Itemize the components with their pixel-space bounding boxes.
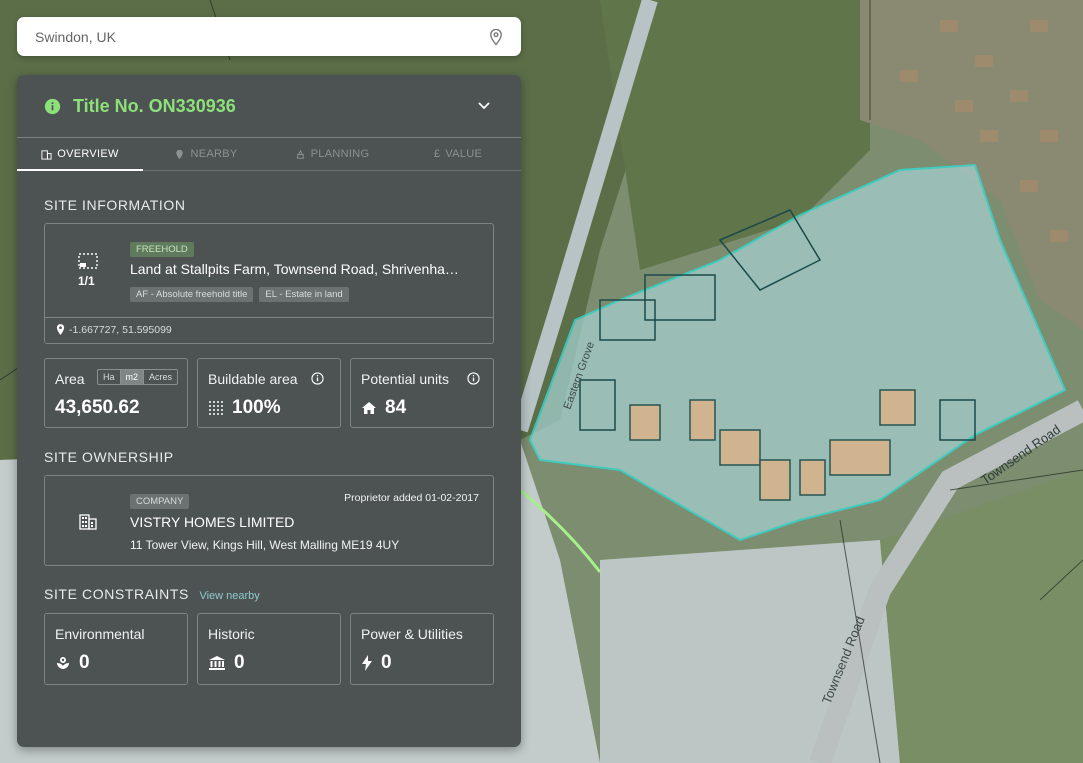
constraint-card-historic[interactable]: Historic 0 bbox=[197, 613, 341, 685]
flower-icon bbox=[57, 657, 69, 669]
constraint-value-row: 0 bbox=[361, 652, 392, 674]
tab-label: PLANNING bbox=[310, 148, 370, 160]
tab-planning[interactable]: PLANNING bbox=[269, 138, 395, 170]
constraint-label: Power & Utilities bbox=[361, 626, 463, 642]
section-title-site-constraints: SITE CONSTRAINTS View nearby bbox=[44, 586, 260, 602]
search-input[interactable] bbox=[33, 27, 487, 46]
company-building-icon bbox=[79, 514, 97, 530]
tab-bar: OVERVIEW NEARBY PLANNING £ VALUE bbox=[17, 138, 521, 171]
area-value: 43,650.62 bbox=[55, 397, 140, 418]
constraint-value: 0 bbox=[79, 652, 90, 673]
constraints-heading: SITE CONSTRAINTS bbox=[44, 586, 189, 602]
home-icon bbox=[362, 402, 376, 414]
constraint-card-power-utilities[interactable]: Power & Utilities 0 bbox=[350, 613, 494, 685]
search-bar[interactable] bbox=[17, 17, 521, 56]
potential-units-card: Potential units 84 bbox=[350, 358, 494, 428]
owner-name: VISTRY HOMES LIMITED bbox=[130, 514, 295, 530]
constraint-value: 0 bbox=[234, 652, 245, 673]
area-label: Area bbox=[55, 371, 85, 387]
info-icon bbox=[44, 98, 61, 114]
coordinates: -1.667727, 51.595099 bbox=[69, 324, 172, 336]
grid-icon bbox=[209, 401, 223, 415]
building-icon bbox=[41, 149, 52, 160]
planning-icon bbox=[296, 149, 304, 159]
tenure-badge: FREEHOLD bbox=[130, 242, 194, 257]
panel-header[interactable]: Title No. ON330936 bbox=[17, 75, 521, 138]
info-outline-icon[interactable] bbox=[467, 372, 480, 385]
pin-icon bbox=[176, 149, 184, 159]
location-icon bbox=[56, 324, 65, 335]
buildable-area-card: Buildable area 100% bbox=[197, 358, 341, 428]
buildable-label: Buildable area bbox=[208, 371, 298, 387]
section-title-site-ownership: SITE OWNERSHIP bbox=[44, 449, 174, 465]
chevron-down-icon[interactable] bbox=[477, 101, 491, 111]
units-value-row: 84 bbox=[361, 397, 406, 419]
proprietor-added-date: Proprietor added 01-02-2017 bbox=[344, 492, 479, 504]
pound-icon: £ bbox=[433, 148, 441, 160]
unit-m2[interactable]: m2 bbox=[119, 370, 144, 384]
units-label: Potential units bbox=[361, 371, 449, 387]
owner-address: 11 Tower View, Kings Hill, West Malling … bbox=[130, 538, 400, 552]
estate-tag: EL - Estate in land bbox=[259, 287, 349, 302]
buildable-value-row: 100% bbox=[208, 397, 281, 419]
tab-label: NEARBY bbox=[190, 148, 238, 160]
constraint-label: Historic bbox=[208, 626, 255, 642]
title-number: Title No. ON330936 bbox=[73, 95, 236, 116]
buildable-value: 100% bbox=[232, 397, 281, 418]
ownership-card[interactable]: COMPANY Proprietor added 01-02-2017 VIST… bbox=[44, 475, 494, 566]
title-count: 1/1 bbox=[78, 274, 95, 288]
unit-toggle[interactable]: Ha m2 Acres bbox=[97, 369, 179, 385]
constraint-label: Environmental bbox=[55, 626, 145, 642]
tab-label: VALUE bbox=[445, 148, 483, 160]
bank-icon bbox=[209, 656, 225, 670]
units-value: 84 bbox=[385, 397, 407, 418]
site-info-card[interactable]: 1/1 FREEHOLD Land at Stallpits Farm, Tow… bbox=[44, 223, 494, 344]
unit-ha[interactable]: Ha bbox=[98, 370, 120, 384]
info-outline-icon[interactable] bbox=[311, 372, 324, 385]
location-pin-icon[interactable] bbox=[487, 28, 505, 46]
constraint-value-row: 0 bbox=[208, 652, 245, 674]
site-name: Land at Stallpits Farm, Townsend Road, S… bbox=[130, 261, 459, 277]
tab-value[interactable]: £ VALUE bbox=[395, 138, 521, 170]
bolt-icon bbox=[362, 655, 372, 671]
tab-label: OVERVIEW bbox=[57, 148, 119, 160]
constraint-value-row: 0 bbox=[55, 652, 90, 674]
tab-overview[interactable]: OVERVIEW bbox=[17, 138, 143, 171]
section-title-site-information: SITE INFORMATION bbox=[44, 197, 186, 213]
company-badge: COMPANY bbox=[130, 494, 190, 509]
selection-icon bbox=[78, 253, 98, 269]
constraint-card-environmental[interactable]: Environmental 0 bbox=[44, 613, 188, 685]
view-nearby-link[interactable]: View nearby bbox=[199, 590, 259, 602]
constraint-value: 0 bbox=[381, 652, 392, 673]
title-panel: Title No. ON330936 OVERVIEW NEARBY PLANN… bbox=[17, 75, 521, 747]
tab-nearby[interactable]: NEARBY bbox=[143, 138, 269, 170]
tenure-tag: AF - Absolute freehold title bbox=[130, 287, 254, 302]
area-card: Area Ha m2 Acres 43,650.62 bbox=[44, 358, 188, 428]
unit-acres[interactable]: Acres bbox=[143, 370, 177, 384]
